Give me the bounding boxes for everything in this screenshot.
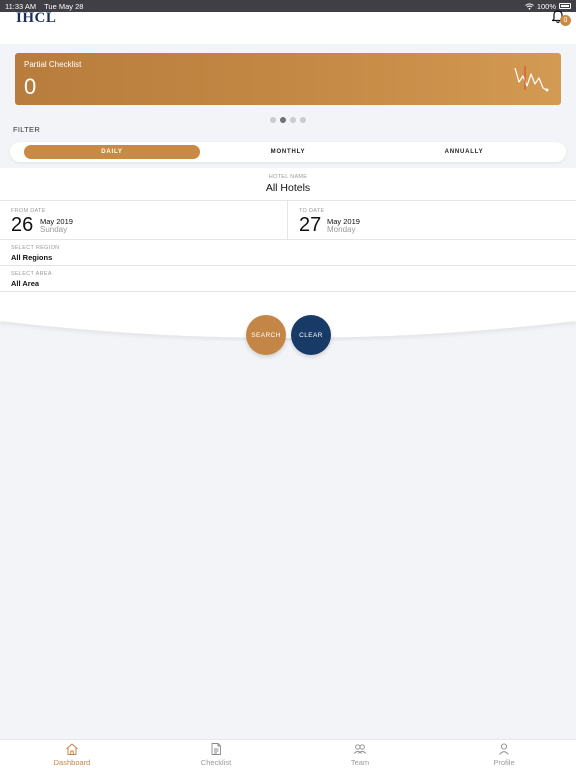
search-button[interactable]: SEARCH <box>246 315 286 355</box>
area-selector[interactable]: SELECT AREA All Area <box>0 266 576 292</box>
region-caption: SELECT REGION <box>11 245 60 251</box>
to-date-day: 27 <box>299 214 322 236</box>
tab-monthly[interactable]: MONTHLY <box>240 145 336 159</box>
tab-dashboard[interactable]: Dashboard <box>0 740 144 768</box>
period-segmented-control: DAILY MONTHLY ANNUALLY <box>10 142 566 162</box>
tab-checklist-label: Checklist <box>200 758 232 767</box>
tab-annually[interactable]: ANNUALLY <box>416 145 512 159</box>
status-bar: 11:33 AM Tue May 28 100% <box>0 0 576 12</box>
line-chart-icon <box>514 66 549 92</box>
tab-checklist[interactable]: Checklist <box>144 740 288 768</box>
to-date-picker[interactable]: TO DATE 27 May 2019 Monday <box>288 201 576 240</box>
pager-dot-1[interactable] <box>270 117 276 123</box>
hotel-caption: HOTEL NAME <box>268 174 308 180</box>
tab-dashboard-label: Dashboard <box>53 758 91 767</box>
person-icon <box>499 743 509 755</box>
area-caption: SELECT AREA <box>11 271 52 277</box>
card-label: Partial Checklist <box>24 60 82 69</box>
team-icon <box>353 744 367 754</box>
hotel-value: All Hotels <box>265 182 311 194</box>
from-date-picker[interactable]: FROM DATE 26 May 2019 Sunday <box>0 201 287 240</box>
pager-dot-4[interactable] <box>300 117 306 123</box>
pager-dot-3[interactable] <box>290 117 296 123</box>
home-icon <box>66 743 78 755</box>
document-icon <box>211 743 221 755</box>
pager-dot-2[interactable] <box>280 117 286 123</box>
card-value: 0 <box>24 74 37 99</box>
tab-profile-label: Profile <box>493 758 515 767</box>
from-date-day: 26 <box>11 214 34 236</box>
app-header: IHCL <box>0 10 576 44</box>
bottom-tab-bar: Dashboard Checklist Team Profile <box>0 739 576 768</box>
from-date-weekday: Sunday <box>40 225 68 234</box>
area-value: All Area <box>11 279 40 288</box>
wifi-icon <box>524 2 534 10</box>
tab-team[interactable]: Team <box>288 740 432 768</box>
filter-title: FILTER <box>13 125 41 134</box>
date-range-row: FROM DATE 26 May 2019 Sunday TO DATE 27 … <box>0 201 576 240</box>
clear-button[interactable]: CLEAR <box>291 315 331 355</box>
notification-badge: 0 <box>560 15 571 26</box>
filter-form: HOTEL NAME All Hotels FROM DATE 26 May 2… <box>0 168 576 318</box>
region-selector[interactable]: SELECT REGION All Regions <box>0 240 576 266</box>
to-date-weekday: Monday <box>327 225 356 234</box>
ihcl-logo: IHCL <box>16 10 57 26</box>
tab-profile[interactable]: Profile <box>432 740 576 768</box>
partial-checklist-card[interactable]: Partial Checklist 0 <box>15 53 561 105</box>
tab-team-label: Team <box>350 758 370 767</box>
pager-dots <box>270 117 306 123</box>
hotel-selector[interactable]: HOTEL NAME All Hotels <box>0 168 576 201</box>
region-value: All Regions <box>11 253 53 262</box>
tab-daily[interactable]: DAILY <box>24 145 200 159</box>
